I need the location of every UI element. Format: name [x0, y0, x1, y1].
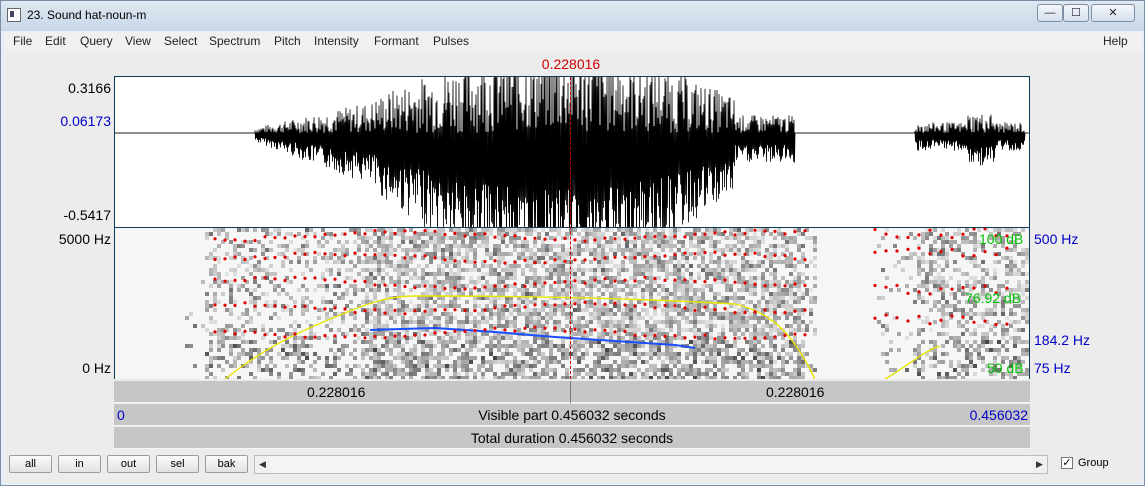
- waveform-trace: [115, 77, 1029, 227]
- menu-formant[interactable]: Formant: [374, 34, 419, 48]
- menu-bar: File Edit Query View Select Spectrum Pit…: [5, 32, 1142, 53]
- spectrogram-max-freq-label: 5000 Hz: [58, 231, 111, 247]
- menu-query[interactable]: Query: [80, 34, 113, 48]
- menu-pulses[interactable]: Pulses: [433, 34, 469, 48]
- close-button[interactable]: ✕: [1091, 4, 1135, 22]
- menu-pitch[interactable]: Pitch: [274, 34, 301, 48]
- group-checkbox[interactable]: ✓: [1061, 457, 1073, 469]
- cursor-time-label: 0.228016: [541, 56, 601, 72]
- zoom-out-button[interactable]: out: [107, 455, 150, 473]
- spectrogram-view[interactable]: [114, 228, 1030, 379]
- sound-editor-window: 23. Sound hat-noun-m — ☐ ✕ File Edit Que…: [0, 0, 1145, 486]
- intensity-min-label: 50 dB: [987, 360, 1024, 376]
- waveform-min-label: -0.5417: [63, 207, 111, 223]
- menu-help[interactable]: Help: [1103, 34, 1128, 48]
- praat-app-icon: [7, 8, 21, 22]
- zoom-back-button[interactable]: bak: [205, 455, 248, 473]
- zoom-all-button[interactable]: all: [9, 455, 52, 473]
- spectrogram-plot: [185, 228, 1029, 379]
- time-bar-right-label[interactable]: 0.228016: [766, 384, 824, 400]
- menu-select[interactable]: Select: [164, 34, 197, 48]
- scroll-left-icon[interactable]: ◀: [255, 456, 270, 473]
- total-duration-bar[interactable]: Total duration 0.456032 seconds: [114, 427, 1030, 449]
- title-bar[interactable]: 23. Sound hat-noun-m — ☐ ✕: [1, 1, 1144, 31]
- menu-intensity[interactable]: Intensity: [314, 34, 359, 48]
- waveform-cursor-value: 0.06173: [60, 113, 111, 129]
- time-scrollbar[interactable]: ◀ ▶: [254, 455, 1048, 474]
- spectrogram-texture: [185, 228, 1029, 379]
- intensity-max-label: 100 dB: [979, 231, 1024, 247]
- total-duration-label[interactable]: Total duration 0.456032 seconds: [114, 430, 1030, 446]
- visible-part-bar[interactable]: 0 Visible part 0.456032 seconds 0.456032: [114, 404, 1030, 426]
- bottom-toolbar: all in out sel bak ◀ ▶ ✓ Group: [5, 449, 1142, 483]
- menu-spectrum[interactable]: Spectrum: [209, 34, 260, 48]
- visible-part-label[interactable]: Visible part 0.456032 seconds: [114, 407, 1030, 423]
- menu-view[interactable]: View: [125, 34, 151, 48]
- zoom-in-button[interactable]: in: [58, 455, 101, 473]
- pitch-max-label: 500 Hz: [1034, 231, 1079, 247]
- cursor-line[interactable]: [570, 77, 571, 379]
- time-bar-left-label[interactable]: 0.228016: [307, 384, 365, 400]
- visible-end-label: 0.456032: [969, 407, 1028, 423]
- group-label: Group: [1078, 457, 1109, 469]
- menu-file[interactable]: File: [13, 34, 32, 48]
- minimize-button[interactable]: —: [1037, 4, 1063, 22]
- window-title: 23. Sound hat-noun-m: [27, 8, 147, 22]
- intensity-cursor-label: 76.92 dB: [965, 290, 1022, 306]
- waveform-max-label: 0.3166: [68, 80, 111, 96]
- menu-edit[interactable]: Edit: [45, 34, 66, 48]
- scroll-right-icon[interactable]: ▶: [1032, 456, 1047, 473]
- pitch-cursor-label: 184.2 Hz: [1034, 332, 1091, 348]
- waveform-plot: [115, 77, 1029, 227]
- pitch-min-label: 75 Hz: [1034, 360, 1071, 376]
- selection-time-bar[interactable]: 0.228016 0.228016: [114, 381, 1030, 403]
- spectrogram-min-freq-label: 0 Hz: [82, 360, 111, 376]
- waveform-view[interactable]: [114, 76, 1030, 228]
- time-bar-divider: [570, 381, 571, 403]
- zoom-selection-button[interactable]: sel: [156, 455, 199, 473]
- maximize-button[interactable]: ☐: [1063, 4, 1089, 22]
